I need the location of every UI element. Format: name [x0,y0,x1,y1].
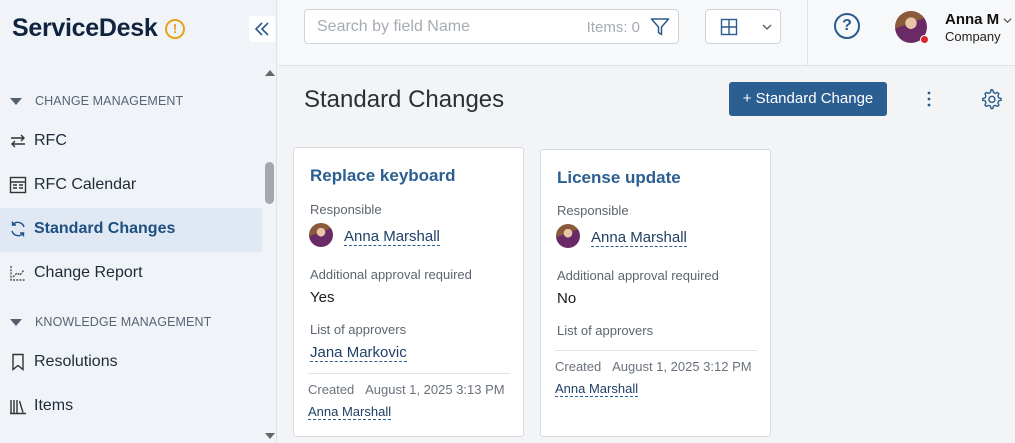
view-mode-dropdown[interactable] [705,9,781,44]
card-divider [308,373,510,374]
sidebar-item-label: Items [34,397,74,414]
help-icon[interactable]: ? [834,13,860,39]
user-company: Company [945,29,1001,44]
filter-icon[interactable] [650,17,670,37]
approval-value: No [557,290,577,307]
chevron-down-icon[interactable] [1002,15,1013,26]
refresh-icon [11,221,25,237]
warning-icon[interactable]: ! [165,19,185,39]
more-options-icon[interactable] [919,88,939,110]
calendar-grid-icon [9,176,27,194]
standard-change-card[interactable]: Replace keyboard Responsible Anna Marsha… [293,147,524,437]
sidebar-item-items[interactable]: Items [0,385,262,429]
items-count: Items: 0 [586,19,640,36]
approvers-label: List of approvers [310,322,407,337]
search-box: Items: 0 [304,9,679,44]
approver-link[interactable]: Jana Markovic [310,344,407,362]
sidebar-item-label: Change Report [34,264,143,281]
scroll-down-arrow-icon[interactable] [265,433,275,439]
books-icon [10,400,26,415]
presence-status-icon [920,35,929,44]
chart-icon [10,266,25,281]
kebab-menu-icon [927,91,931,107]
created-by: Anna Marshall [308,404,392,420]
sidebar-scrollbar[interactable] [262,66,277,443]
chevron-down-icon [762,24,772,30]
created-date: August 1, 2025 3:13 PM [365,382,505,397]
responsible-link[interactable]: Anna Marshall [344,228,440,246]
topbar-divider [807,0,808,66]
sidebar: ServiceDesk ! CHANGE MANAGEMENT RFC RFC … [0,0,277,443]
sidebar-item-standard-changes[interactable]: Standard Changes [0,208,262,252]
sidebar-item-label: Standard Changes [34,220,176,237]
avatar[interactable] [309,223,333,247]
approval-label: Additional approval required [557,268,719,283]
arrows-swap-icon [11,134,25,148]
responsible-value: Anna Marshall [344,228,440,246]
sidebar-item-rfc-calendar[interactable]: RFC Calendar [0,164,262,208]
approval-label: Additional approval required [310,267,472,282]
sidebar-item-resolutions[interactable]: Resolutions [0,341,262,385]
double-chevron-left-icon [254,22,269,36]
caret-down-icon [10,98,22,106]
page-title: Standard Changes [304,86,505,113]
user-name[interactable]: Anna M [945,11,999,28]
creator-link[interactable]: Anna Marshall [555,381,639,397]
sidebar-item-rfc[interactable]: RFC [0,120,262,164]
scroll-thumb[interactable] [265,162,274,204]
search-input[interactable] [317,18,567,36]
add-standard-change-button[interactable]: + Standard Change [729,82,887,116]
created-date: August 1, 2025 3:12 PM [612,359,752,374]
responsible-label: Responsible [557,203,629,218]
created-info: Created August 1, 2025 3:12 PM [555,359,752,374]
gear-icon[interactable] [980,88,1002,110]
approval-value: Yes [310,289,335,306]
responsible-value: Anna Marshall [591,229,687,247]
approvers-value: Jana Markovic [310,344,407,362]
sidebar-item-label: RFC [34,132,67,149]
creator-link[interactable]: Anna Marshall [308,404,392,420]
collapse-sidebar-button[interactable] [249,16,275,42]
responsible-label: Responsible [310,202,382,217]
created-info: Created August 1, 2025 3:13 PM [308,382,505,397]
topbar: Items: 0 ? Anna M Company [278,0,1015,66]
scroll-up-arrow-icon[interactable] [265,70,275,76]
bookmark-icon [12,353,24,371]
card-divider [555,350,757,351]
created-by: Anna Marshall [555,381,639,397]
card-title[interactable]: Replace keyboard [310,166,456,186]
group-change-management[interactable]: CHANGE MANAGEMENT [10,94,183,114]
sidebar-item-change-report[interactable]: Change Report [0,252,262,296]
main-content: Standard Changes + Standard Change Repla… [278,67,1015,443]
grid-view-icon [720,18,738,36]
standard-change-card[interactable]: License update Responsible Anna Marshall… [540,149,771,437]
avatar[interactable] [556,224,580,248]
sidebar-item-label: RFC Calendar [34,176,137,193]
approvers-label: List of approvers [557,323,654,338]
brand-logo: ServiceDesk [12,14,158,42]
sidebar-item-label: Resolutions [34,353,118,370]
caret-down-icon [10,319,22,327]
card-title[interactable]: License update [557,168,681,188]
group-knowledge-management[interactable]: KNOWLEDGE MANAGEMENT [10,315,211,335]
responsible-link[interactable]: Anna Marshall [591,229,687,247]
